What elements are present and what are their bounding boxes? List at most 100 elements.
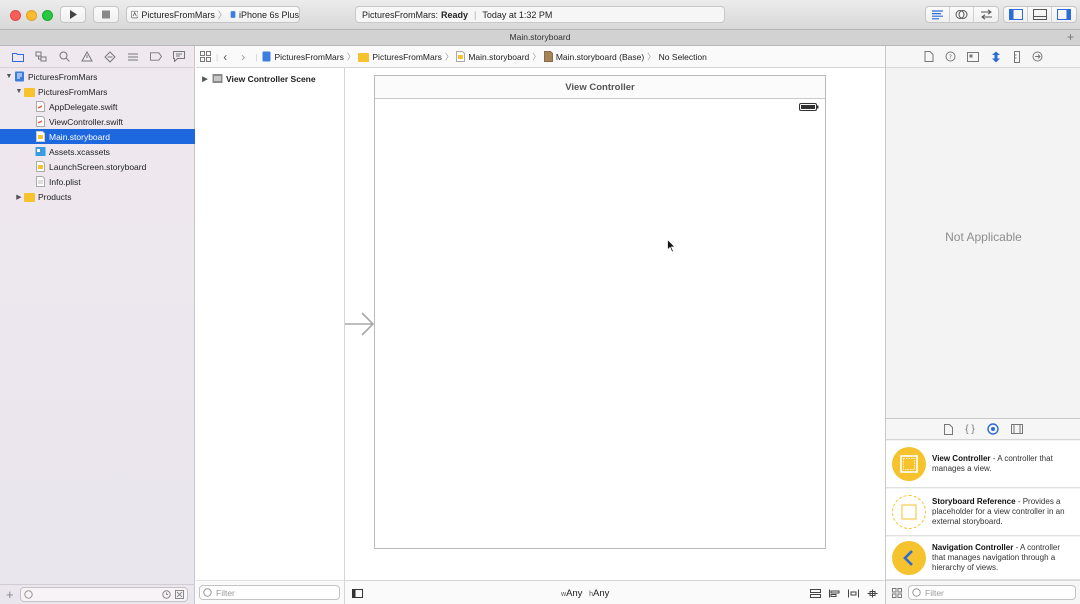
breadcrumb-project[interactable]: PicturesFromMars — [262, 51, 344, 62]
zoom-window-button[interactable] — [42, 10, 53, 21]
folder-navigator-icon[interactable] — [12, 51, 24, 63]
minimize-window-button[interactable] — [26, 10, 37, 21]
breadcrumb-label: PicturesFromMars — [372, 51, 442, 62]
library-item-navigation-controller[interactable]: Navigation Controller - A controller tha… — [886, 537, 1080, 580]
attributes-inspector-icon[interactable] — [990, 51, 1002, 63]
tree-row-group[interactable]: ▶ Products — [0, 189, 195, 204]
close-window-button[interactable] — [10, 10, 21, 21]
storyboard-canvas[interactable]: View Controller — [345, 68, 885, 580]
status-divider: | — [474, 9, 477, 20]
search-navigator-icon[interactable] — [58, 51, 70, 63]
tree-row-group[interactable]: ▼ PicturesFromMars — [0, 84, 195, 99]
storyboard-file-icon — [36, 131, 45, 142]
outline-scene-row[interactable]: ▶ View Controller Scene — [196, 71, 344, 86]
pin-icon[interactable] — [848, 589, 859, 598]
symbol-navigator-icon[interactable] — [35, 51, 47, 63]
breadcrumb-localization[interactable]: Main.storyboard (Base) — [543, 51, 644, 62]
toggle-inspector-button[interactable] — [1052, 7, 1076, 22]
related-items-icon[interactable] — [200, 51, 211, 62]
library-filter-placeholder: Filter — [925, 587, 944, 598]
modified-files-icon[interactable] — [174, 590, 184, 599]
toggle-outline-icon[interactable] — [352, 589, 363, 598]
editor-tab-bar: Main.storyboard + — [0, 30, 1080, 46]
forward-arrow-icon[interactable]: › — [241, 50, 245, 64]
storyboard-file-icon — [456, 51, 466, 62]
resolve-auto-layout-icon[interactable] — [867, 589, 878, 598]
report-navigator-icon[interactable] — [173, 51, 185, 63]
editor-mode-control[interactable] — [925, 6, 999, 23]
library-item-name: Navigation Controller — [932, 543, 1014, 552]
library-item-name: View Controller — [932, 454, 991, 463]
run-button[interactable] — [60, 6, 86, 23]
breadcrumb-selection[interactable]: No Selection — [659, 52, 707, 62]
tree-row-file[interactable]: Info.plist — [0, 174, 195, 189]
version-editor-button[interactable] — [974, 7, 998, 22]
tree-row-file[interactable]: AppDelegate.swift — [0, 99, 195, 114]
outline-filter-placeholder: Filter — [216, 587, 235, 598]
standard-editor-button[interactable] — [926, 7, 950, 22]
file-inspector-icon[interactable] — [924, 51, 934, 62]
scheme-selector[interactable]: PicturesFromMars 〉 iPhone 6s Plus — [126, 6, 300, 23]
inspector-tabs: ? — [886, 46, 1080, 68]
size-class-control[interactable]: wAny hAny — [561, 588, 609, 599]
identity-inspector-icon[interactable] — [967, 51, 979, 62]
disclosure-collapsed-icon[interactable]: ▶ — [200, 75, 210, 83]
debug-navigator-icon[interactable] — [127, 51, 139, 63]
assistant-editor-button[interactable] — [950, 7, 974, 22]
library-tabs: { } — [886, 418, 1080, 440]
navigator-filter-field[interactable] — [19, 587, 188, 602]
tree-row-file-selected[interactable]: Main.storyboard — [0, 129, 195, 144]
recent-files-icon[interactable] — [161, 590, 171, 599]
activity-status-bar: PicturesFromMars: Ready | Today at 1:32 … — [355, 6, 725, 23]
storyboard-file-icon — [36, 161, 45, 172]
breakpoint-navigator-icon[interactable] — [150, 51, 162, 63]
outline-filter-field[interactable]: Filter — [199, 585, 340, 600]
stop-button[interactable] — [93, 6, 119, 23]
library-item-view-controller[interactable]: View Controller - A controller that mana… — [886, 441, 1080, 488]
tab-main-storyboard[interactable]: Main.storyboard — [510, 32, 571, 42]
asset-catalog-icon — [35, 147, 46, 156]
add-file-icon[interactable]: + — [6, 587, 14, 602]
breadcrumb-group[interactable]: PicturesFromMars — [358, 51, 442, 62]
disclosure-expanded-icon[interactable]: ▼ — [4, 73, 14, 80]
tree-row-file[interactable]: LaunchScreen.storyboard — [0, 159, 195, 174]
test-navigator-icon[interactable] — [104, 50, 116, 63]
grid-view-icon[interactable] — [892, 587, 902, 598]
tree-row-project[interactable]: ▼ PicturesFromMars — [0, 69, 195, 84]
media-library-icon[interactable] — [1010, 424, 1023, 434]
disclosure-collapsed-icon[interactable]: ▶ — [14, 193, 24, 201]
file-template-library-icon[interactable] — [944, 423, 954, 435]
tree-row-label: PicturesFromMars — [28, 71, 98, 82]
entry-point-arrow-icon[interactable] — [345, 311, 375, 337]
align-icon[interactable] — [829, 589, 840, 598]
view-controller-title[interactable]: View Controller — [375, 76, 825, 99]
breadcrumb-label: PicturesFromMars — [274, 51, 344, 62]
size-inspector-icon[interactable] — [1013, 50, 1021, 63]
back-arrow-icon[interactable]: ‹ — [223, 50, 227, 64]
library-filter-field[interactable]: Filter — [908, 585, 1076, 600]
tree-row-label: Info.plist — [49, 176, 81, 187]
breadcrumb-file[interactable]: Main.storyboard — [456, 51, 529, 62]
chevron-right-icon: 〉 — [217, 10, 227, 20]
tree-row-file[interactable]: ViewController.swift — [0, 114, 195, 129]
add-tab-icon[interactable]: + — [1067, 30, 1074, 45]
object-library-icon[interactable] — [987, 423, 999, 435]
library-item-text: Storyboard Reference - Provides a placeh… — [932, 497, 1074, 527]
disclosure-expanded-icon[interactable]: ▼ — [14, 88, 24, 95]
status-time-label: Today at 1:32 PM — [482, 9, 553, 20]
issue-navigator-icon[interactable] — [81, 51, 93, 63]
code-snippet-library-icon[interactable]: { } — [965, 424, 974, 435]
library-footer: Filter — [886, 580, 1080, 604]
library-item-storyboard-reference[interactable]: Storyboard Reference - Provides a placeh… — [886, 489, 1080, 536]
toggle-navigator-button[interactable] — [1004, 7, 1028, 22]
tree-row-file[interactable]: Assets.xcassets — [0, 144, 195, 159]
panel-visibility-control[interactable] — [1003, 6, 1077, 23]
quick-help-icon[interactable]: ? — [945, 51, 956, 62]
stack-icon[interactable] — [810, 589, 821, 598]
toggle-debug-area-button[interactable] — [1028, 7, 1052, 22]
view-controller-frame[interactable]: View Controller — [374, 75, 826, 549]
scheme-device-label: iPhone 6s Plus — [238, 9, 299, 20]
align-left-icon — [932, 9, 943, 19]
connections-inspector-icon[interactable] — [1032, 51, 1043, 62]
swap-arrows-icon — [980, 9, 992, 20]
